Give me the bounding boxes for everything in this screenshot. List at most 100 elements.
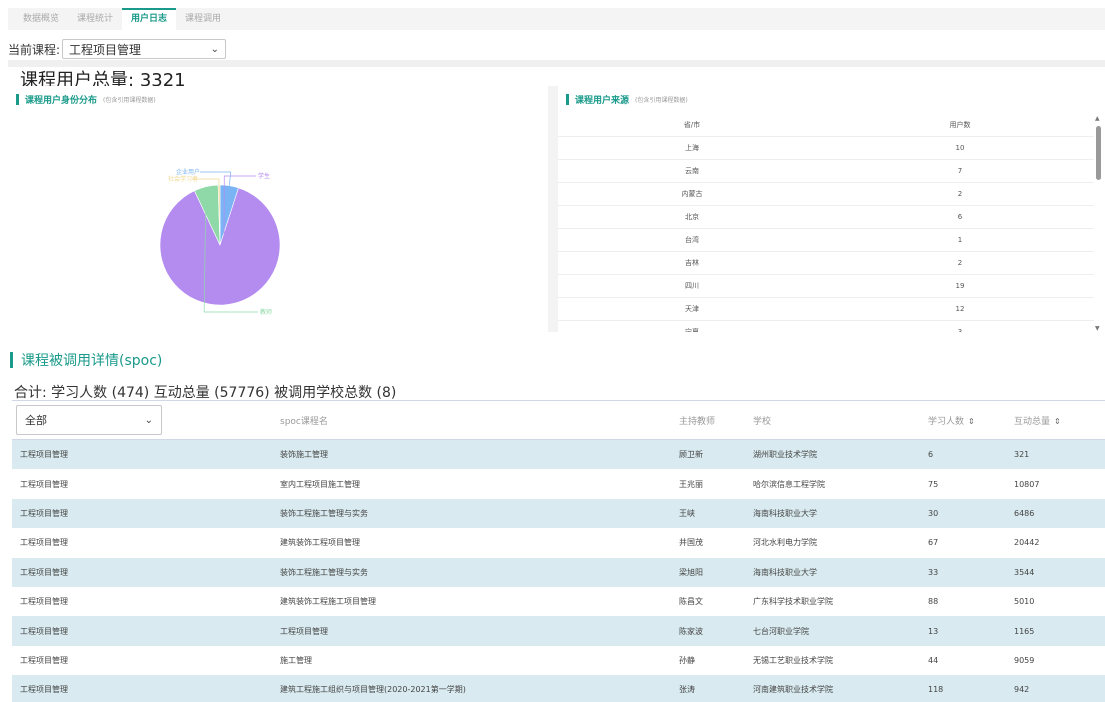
category-cell: 工程项目管理 (20, 508, 68, 518)
source-table: 省/市 用户数 上海 10 云南 7 内蒙古 2 北京 6 台湾 1 吉林 2 四川 19 天津 12 宁夏 3 (558, 114, 1094, 332)
learners-cell: 118 (928, 685, 944, 695)
header-spoc-name: spoc课程名 (280, 416, 328, 427)
header-teacher: 主持教师 (679, 416, 716, 427)
table-row[interactable]: 工程项目管理 装饰施工管理 顾卫新 湖州职业技术学院 6 321 (12, 440, 1105, 470)
category-cell: 工程项目管理 (20, 567, 68, 577)
interactions-cell: 942 (1014, 685, 1030, 695)
category-filter-select[interactable]: 全部 ⌄ (16, 405, 162, 435)
school-cell: 河北水利电力学院 (753, 538, 817, 548)
pie-label: 企业用户 (176, 168, 200, 176)
province-cell: 云南 (685, 167, 699, 175)
tab-data-overview[interactable]: 数据概览 (14, 8, 68, 30)
school-cell: 广东科学技术职业学院 (753, 597, 833, 607)
identity-pie-chart: 企业用户学生教师 社会学习者 (159, 168, 281, 316)
scroll-up-icon[interactable]: ▲ (1095, 115, 1100, 122)
interactions-cell: 10807 (1014, 479, 1040, 489)
panel-gap (548, 86, 558, 332)
header-school: 学校 (753, 416, 772, 427)
identity-distribution-panel: 课程用户身份分布 (包含引用课程数据) 企业用户 学生 教师 社会学习者 (8, 86, 548, 332)
spoc-name-cell: 建筑装饰工程项目管理 (280, 538, 360, 548)
source-table-row: 宁夏 3 (558, 321, 1094, 332)
user-count-cell: 19 (955, 282, 965, 290)
source-table-row: 天津 12 (558, 298, 1094, 321)
chevron-down-icon: ⌄ (210, 43, 220, 55)
source-table-row: 内蒙古 2 (558, 183, 1094, 206)
title-accent-bar (566, 94, 569, 105)
source-subtitle: (包含引用课程数据) (635, 97, 688, 104)
teacher-cell: 张涛 (679, 685, 695, 695)
user-source-panel: 课程用户来源 (包含引用课程数据) 省/市 用户数 上海 10 云南 7 内蒙古 2 北京 6… (558, 86, 1105, 332)
source-table-row: 北京 6 (558, 206, 1094, 229)
learners-cell: 67 (928, 538, 939, 548)
spoc-name-cell: 施工管理 (280, 655, 312, 665)
interactions-cell: 9059 (1014, 655, 1035, 665)
school-cell: 河南建筑职业技术学院 (753, 685, 833, 695)
course-select[interactable]: 工程项目管理 ⌄ (62, 39, 227, 59)
table-row[interactable]: 工程项目管理 建筑工程施工组织与项目管理(2020-2021第一学期) 张涛 河南建筑… (12, 675, 1105, 702)
category-cell: 工程项目管理 (20, 597, 68, 607)
table-row[interactable]: 工程项目管理 室内工程项目施工管理 王兆丽 哈尔滨信息工程学院 75 10807 (12, 469, 1105, 498)
sort-icon[interactable]: ⇕ (1054, 417, 1061, 426)
interactions-cell: 3544 (1014, 567, 1035, 577)
tab-course-stats[interactable]: 课程统计 (68, 8, 122, 30)
school-cell: 湖州职业技术学院 (753, 450, 817, 460)
province-cell: 台湾 (685, 236, 699, 244)
scroll-down-icon[interactable]: ▼ (1095, 325, 1100, 332)
scrollbar-thumb[interactable] (1096, 126, 1101, 180)
table-row[interactable]: 工程项目管理 工程项目管理 陈家波 七台河职业学院 13 1165 (12, 616, 1105, 646)
province-cell: 吉林 (685, 259, 699, 267)
source-table-row: 云南 7 (558, 160, 1094, 183)
teacher-cell: 王兆丽 (679, 479, 703, 489)
pie-label: 教师 (260, 308, 272, 316)
teacher-cell: 梁旭阳 (679, 567, 703, 577)
interactions-cell: 5010 (1014, 597, 1035, 607)
pie-label: 学生 (258, 172, 270, 180)
interactions-cell: 20442 (1014, 538, 1040, 548)
header-filter-cell: 全部 ⌄ (12, 405, 280, 435)
category-cell: 工程项目管理 (20, 450, 68, 460)
province-cell: 宁夏 (685, 328, 699, 332)
table-row[interactable]: 工程项目管理 建筑装饰工程施工项目管理 陈昌文 广东科学技术职业学院 88 5010 (12, 587, 1105, 616)
province-cell: 天津 (685, 305, 699, 313)
spoc-table-header: 全部 ⌄ spoc课程名 主持教师 学校 学习人数 ⇕ 互动总量 ⇕ (12, 400, 1105, 440)
spoc-section-title: 课程被调用详情(spoc) (10, 350, 162, 370)
source-table-row: 四川 19 (558, 275, 1094, 298)
spoc-name-cell: 装饰工程施工管理与实务 (280, 508, 368, 518)
course-label: 当前课程: (8, 42, 61, 57)
category-cell: 工程项目管理 (20, 685, 68, 695)
teacher-cell: 孙静 (679, 655, 695, 665)
teacher-cell: 井国茂 (679, 538, 703, 548)
sort-icon[interactable]: ⇕ (968, 417, 975, 426)
table-row[interactable]: 工程项目管理 装饰工程施工管理与实务 王峡 海南科技职业大学 30 6486 (12, 498, 1105, 529)
header-interactions[interactable]: 互动总量 ⇕ (1014, 414, 1105, 427)
spoc-name-cell: 室内工程项目施工管理 (280, 479, 360, 489)
tab-course-invocation[interactable]: 课程调用 (176, 8, 230, 30)
user-count-cell: 12 (955, 305, 965, 313)
header-learners[interactable]: 学习人数 ⇕ (928, 414, 1014, 427)
tab-bar: 数据概览 课程统计 用户日志 课程调用 (8, 8, 1105, 30)
spoc-name-cell: 建筑工程施工组织与项目管理(2020-2021第一学期) (280, 685, 466, 695)
spoc-title-text: 课程被调用详情(spoc) (21, 353, 163, 369)
interactions-cell: 321 (1014, 450, 1030, 460)
source-table-row: 吉林 2 (558, 252, 1094, 275)
table-row[interactable]: 工程项目管理 建筑装饰工程项目管理 井国茂 河北水利电力学院 67 20442 (12, 528, 1105, 557)
learners-cell: 13 (928, 626, 939, 636)
teacher-cell: 陈昌文 (679, 597, 703, 607)
spoc-name-cell: 建筑装饰工程施工项目管理 (280, 597, 376, 607)
table-row[interactable]: 工程项目管理 装饰工程施工管理与实务 梁旭阳 海南科技职业大学 33 3544 (12, 557, 1105, 587)
province-cell: 内蒙古 (681, 190, 703, 198)
learners-cell: 30 (928, 508, 939, 518)
learners-cell: 44 (928, 655, 939, 665)
pie-label: 社会学习者 (168, 175, 198, 183)
tab-user-log[interactable]: 用户日志 (122, 8, 177, 30)
table-row[interactable]: 工程项目管理 施工管理 孙静 无锡工艺职业技术学院 44 9059 (12, 646, 1105, 675)
category-cell: 工程项目管理 (20, 626, 68, 636)
interactions-cell: 6486 (1014, 508, 1035, 518)
teacher-cell: 陈家波 (679, 626, 703, 636)
interactions-cell: 1165 (1014, 626, 1035, 636)
category-cell: 工程项目管理 (20, 655, 68, 665)
spoc-table: 全部 ⌄ spoc课程名 主持教师 学校 学习人数 ⇕ 互动总量 ⇕ 工程项目管理装… (12, 400, 1105, 702)
source-table-scrollbar[interactable]: ▲ ▼ (1095, 115, 1102, 332)
teacher-cell: 顾卫新 (679, 450, 703, 460)
spoc-name-cell: 装饰工程施工管理与实务 (280, 567, 368, 577)
